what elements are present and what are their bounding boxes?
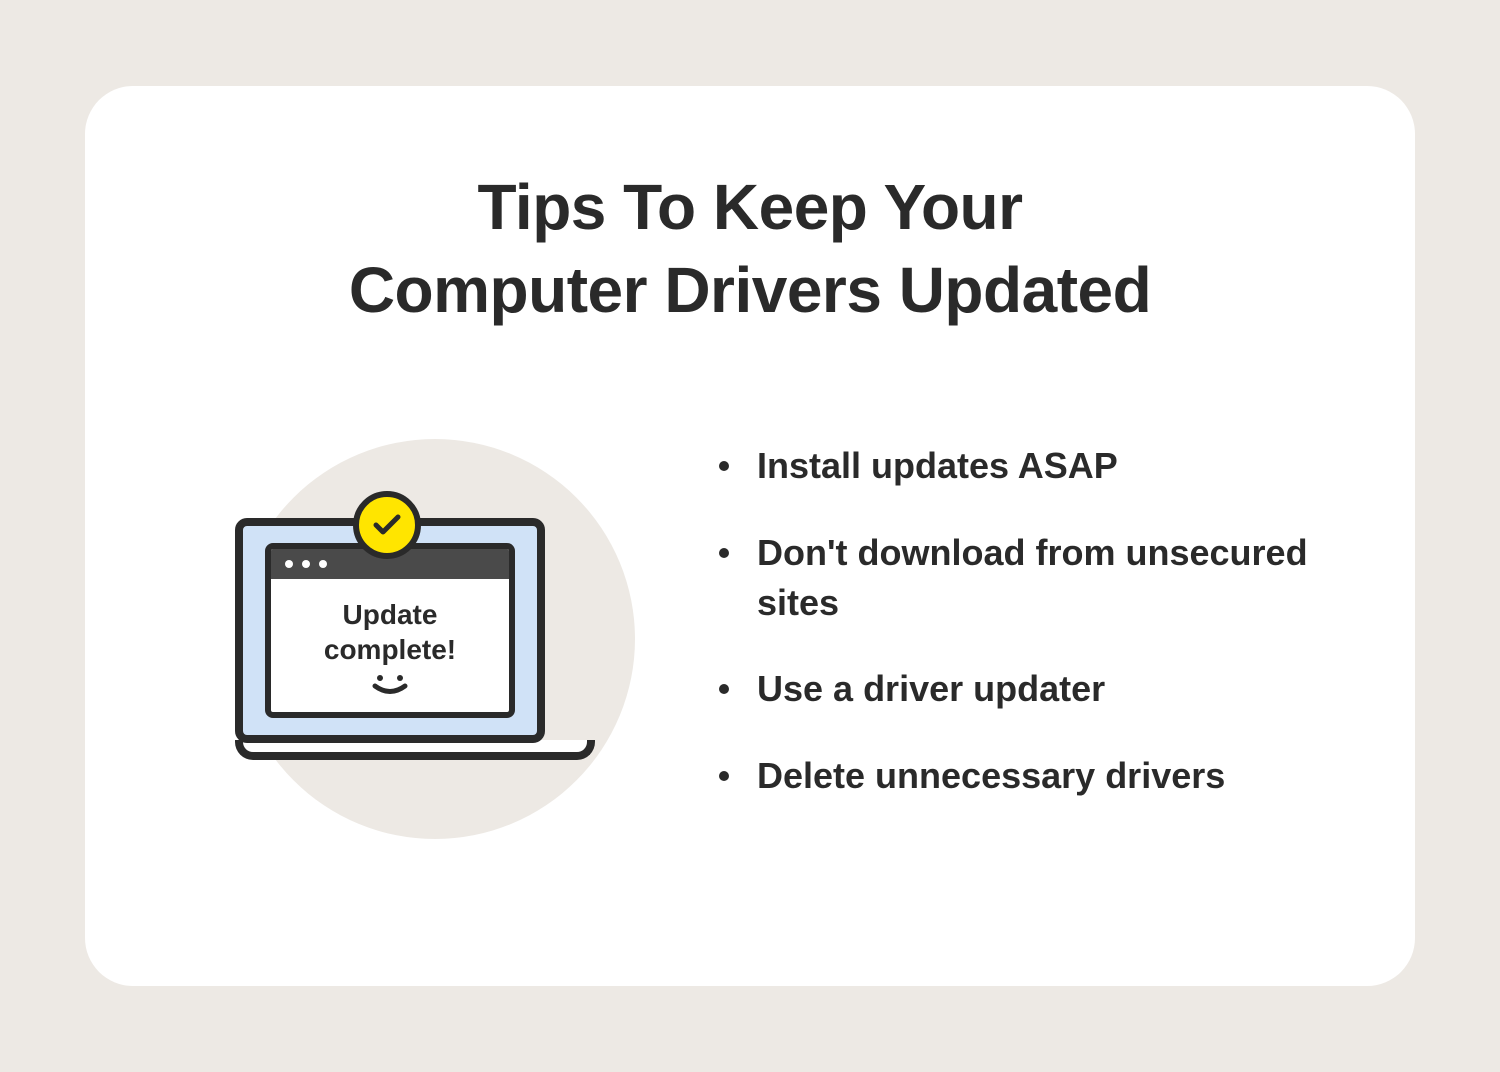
tips-list: Install updates ASAP Don't download from… bbox=[715, 441, 1315, 837]
list-item: Install updates ASAP bbox=[715, 441, 1315, 491]
window-dot-icon bbox=[302, 560, 310, 568]
list-item: Use a driver updater bbox=[715, 664, 1315, 714]
laptop-icon: Update complete! bbox=[235, 518, 595, 760]
card-content: Update complete! Insta bbox=[185, 352, 1315, 926]
window-body: Update complete! bbox=[271, 579, 509, 712]
laptop-illustration: Update complete! bbox=[185, 429, 645, 849]
window-dot-icon bbox=[285, 560, 293, 568]
laptop-base bbox=[235, 740, 595, 760]
checkmark-badge-icon bbox=[353, 491, 421, 559]
title-line-2: Computer Drivers Updated bbox=[349, 254, 1151, 326]
window-dot-icon bbox=[319, 560, 327, 568]
laptop-screen: Update complete! bbox=[235, 518, 545, 743]
dialog-window: Update complete! bbox=[265, 543, 515, 718]
title-line-1: Tips To Keep Your bbox=[477, 171, 1022, 243]
info-card: Tips To Keep Your Computer Drivers Updat… bbox=[85, 86, 1415, 986]
list-item: Delete unnecessary drivers bbox=[715, 751, 1315, 801]
checkmark-icon bbox=[370, 508, 404, 542]
update-complete-text: Update complete! bbox=[324, 597, 456, 667]
smile-icon bbox=[365, 673, 415, 695]
list-item: Don't download from unsecured sites bbox=[715, 528, 1315, 629]
card-title: Tips To Keep Your Computer Drivers Updat… bbox=[185, 166, 1315, 332]
